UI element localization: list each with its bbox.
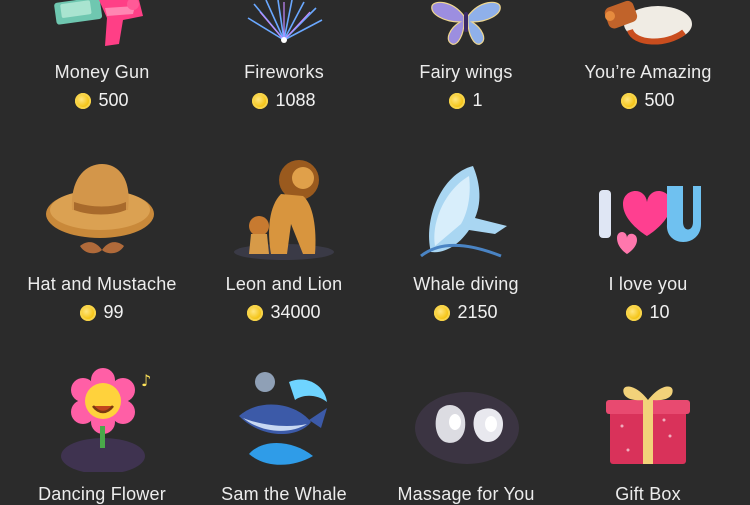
gift-price: 10 <box>558 302 738 323</box>
gift-grid: Money Gun 500 Fireworks 1088 Fairy wings… <box>0 0 750 504</box>
sam-whale-icon <box>229 368 339 472</box>
coin-icon <box>80 304 97 321</box>
youre-amazing-icon <box>600 0 696 46</box>
hat-mustache-icon <box>42 158 162 262</box>
coin-icon <box>75 92 92 109</box>
fireworks-icon <box>234 0 334 50</box>
gift-name: I love you <box>608 274 688 294</box>
gift-item-gift-box[interactable]: Gift Box <box>558 360 738 504</box>
gift-price-value: 2150 <box>457 302 498 322</box>
gift-item-money-gun[interactable]: Money Gun 500 <box>12 0 192 120</box>
gift-item-i-love-you[interactable]: I love you 10 <box>558 150 738 330</box>
gift-price-value: 10 <box>649 302 670 322</box>
whale-icon <box>411 160 521 262</box>
gift-name: Whale diving <box>413 274 519 294</box>
gift-item-hat-and-mustache[interactable]: Hat and Mustache 99 <box>12 150 192 330</box>
gift-price-value: 1088 <box>275 90 316 110</box>
gift-name: Money Gun <box>54 62 150 82</box>
massage-icon <box>411 380 521 470</box>
gift-item-sam-the-whale[interactable]: Sam the Whale <box>194 360 374 504</box>
coin-icon <box>434 304 451 321</box>
heart-u-icon <box>593 166 703 262</box>
gift-item-leon-and-lion[interactable]: Leon and Lion 34000 <box>194 150 374 330</box>
gift-price: 500 <box>558 90 738 111</box>
gift-name: Dancing Flower <box>38 484 166 504</box>
gift-price: 99 <box>12 302 192 323</box>
gift-name: You’re Amazing <box>584 62 712 82</box>
gift-name: Sam the Whale <box>221 484 347 504</box>
gift-box-icon <box>598 376 698 472</box>
gift-price: 1088 <box>194 90 374 111</box>
coin-icon <box>621 92 638 109</box>
coin-icon <box>449 92 466 109</box>
gift-item-whale-diving[interactable]: Whale diving 2150 <box>376 150 556 330</box>
gift-price: 1 <box>376 90 556 111</box>
fairy-wings-icon <box>426 0 506 46</box>
gift-item-youre-amazing[interactable]: You’re Amazing 500 <box>558 0 738 120</box>
coin-icon <box>626 304 643 321</box>
lion-icon <box>229 154 339 262</box>
gift-price: 2150 <box>376 302 556 323</box>
gift-item-dancing-flower[interactable]: ♪ Dancing Flower <box>12 360 192 504</box>
gift-price-value: 1 <box>472 90 483 110</box>
money-gun-icon <box>47 0 157 50</box>
gift-price-value: 500 <box>98 90 129 110</box>
gift-name: Hat and Mustache <box>27 274 177 294</box>
gift-price-value: 500 <box>644 90 675 110</box>
gift-item-massage-for-you[interactable]: Massage for You <box>376 360 556 504</box>
gift-name: Fairy wings <box>419 62 513 82</box>
gift-price: 34000 <box>194 302 374 323</box>
gift-name: Massage for You <box>397 484 535 504</box>
coin-icon <box>247 304 264 321</box>
gift-name: Gift Box <box>615 484 681 504</box>
svg-text:♪: ♪ <box>141 371 151 390</box>
dancing-flower-icon: ♪ <box>47 366 157 474</box>
gift-price-value: 34000 <box>270 302 321 322</box>
gift-name: Fireworks <box>244 62 324 82</box>
gift-item-fairy-wings[interactable]: Fairy wings 1 <box>376 0 556 120</box>
gift-item-fireworks[interactable]: Fireworks 1088 <box>194 0 374 120</box>
gift-price: 500 <box>12 90 192 111</box>
coin-icon <box>252 92 269 109</box>
gift-price-value: 99 <box>103 302 124 322</box>
gift-name: Leon and Lion <box>225 274 343 294</box>
